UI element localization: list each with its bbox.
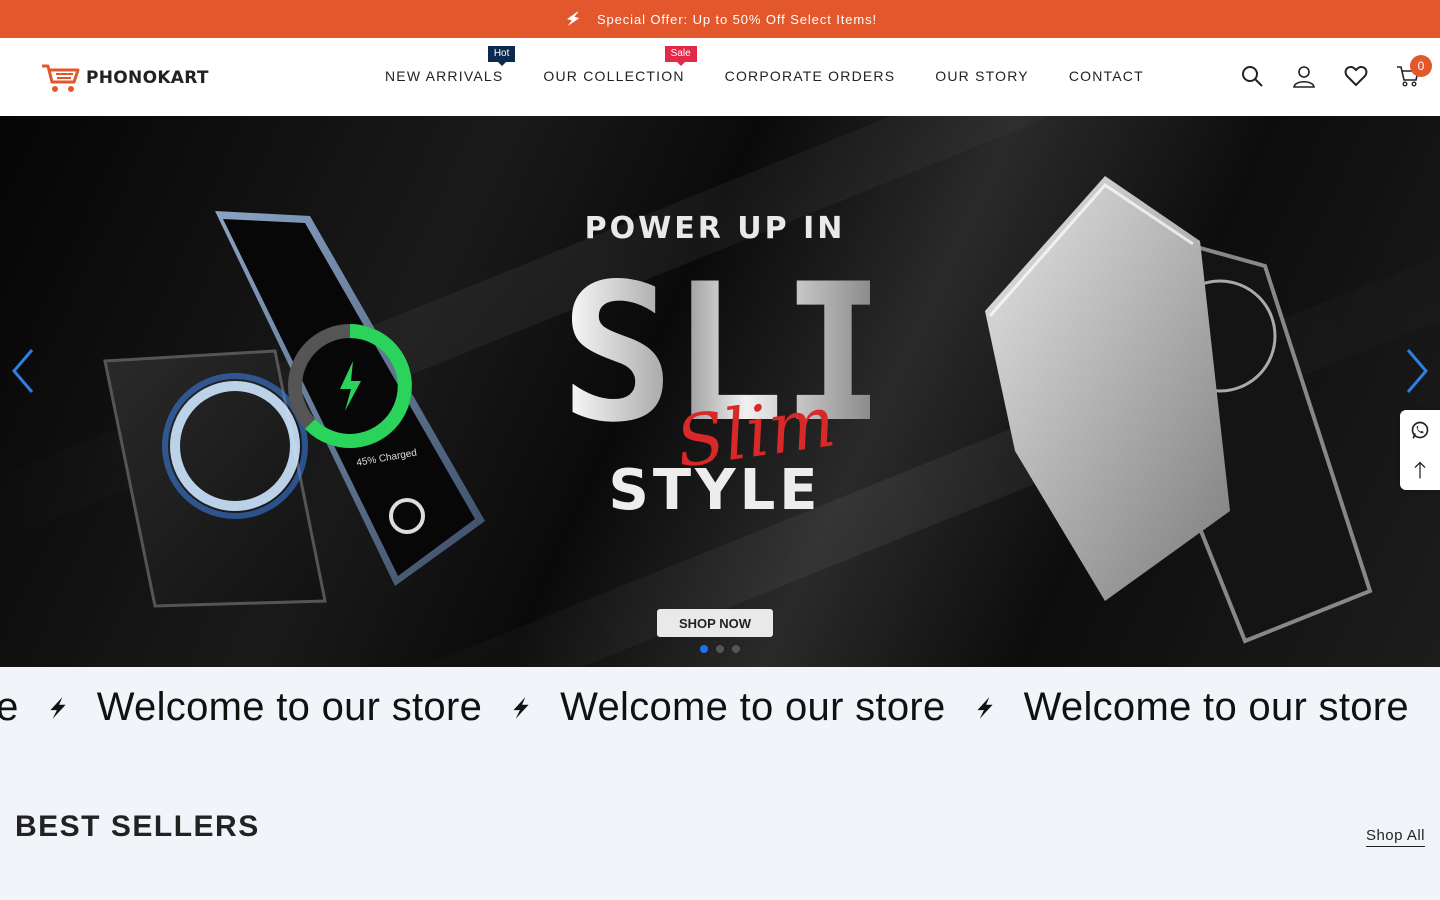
nav-our-story[interactable]: OUR STORY xyxy=(935,68,1029,84)
powerbank-phone-image: 45% Charged xyxy=(103,211,485,608)
slider-dot[interactable] xyxy=(732,645,740,653)
slider-dot[interactable] xyxy=(700,645,708,653)
chevron-right-icon xyxy=(1406,349,1428,393)
search-icon xyxy=(1242,66,1263,87)
hot-badge: Hot xyxy=(487,46,516,66)
slider-next-button[interactable] xyxy=(1402,346,1432,396)
marquee-track: ore Welcome to our store Welcome to our … xyxy=(0,685,1440,730)
announcement-text: Special Offer: Up to 50% Off Select Item… xyxy=(596,11,878,27)
slider-prev-button[interactable] xyxy=(8,346,38,396)
slider-dot[interactable] xyxy=(716,645,724,653)
hero-line-1: POWER UP IN xyxy=(584,211,846,246)
cart-button[interactable]: 0 xyxy=(1396,55,1432,90)
lightning-icon xyxy=(50,696,66,719)
lightning-icon xyxy=(1435,695,1440,721)
nav-contact[interactable]: CONTACT xyxy=(1069,68,1144,84)
nav-label: NEW ARRIVALS xyxy=(385,68,504,84)
marquee-text: Welcome to our store xyxy=(1023,685,1409,729)
sale-badge: Sale xyxy=(664,46,697,66)
powerbank-silver-image xyxy=(985,176,1373,644)
nav-new-arrivals[interactable]: NEW ARRIVALS Hot xyxy=(385,46,516,84)
brand-logo[interactable]: PHONOKART xyxy=(40,62,209,94)
nav-label: OUR COLLECTION xyxy=(543,68,685,84)
nav-label: OUR STORY xyxy=(935,68,1029,84)
hero-headline: POWER UP IN SLIM Slim STYLE xyxy=(560,211,1006,523)
lightning-icon xyxy=(513,696,529,719)
slider-dots xyxy=(700,645,740,653)
shop-now-button[interactable]: SHOP NOW xyxy=(657,609,773,637)
cart-count-badge: 0 xyxy=(1410,55,1432,77)
site-header: PHONOKART NEW ARRIVALS Hot OUR COLLECTIO… xyxy=(0,38,1440,116)
header-actions: 0 xyxy=(1240,55,1432,90)
best-sellers-title: BEST SELLERS xyxy=(15,810,260,843)
search-button[interactable] xyxy=(1240,62,1264,90)
floating-side-widget xyxy=(1400,410,1440,490)
nav-corporate-orders[interactable]: CORPORATE ORDERS xyxy=(725,68,896,84)
marquee-text: Welcome to our store xyxy=(96,685,483,729)
hero-slider: 45% Charged POWER UP IN SLIM Slim STYLE … xyxy=(0,116,1440,667)
announcement-bar: Special Offer: Up to 50% Off Select Item… xyxy=(0,0,1440,38)
nav-label: CORPORATE ORDERS xyxy=(724,68,896,84)
brand-name: PHONOKART xyxy=(86,68,209,88)
back-to-top-icon[interactable] xyxy=(1410,460,1430,480)
account-button[interactable] xyxy=(1292,62,1316,90)
marquee-text: Welcome to our store xyxy=(560,685,946,729)
cart-logo-icon xyxy=(42,64,80,92)
whatsapp-icon[interactable] xyxy=(1410,420,1430,440)
welcome-marquee: ore Welcome to our store Welcome to our … xyxy=(0,667,1440,749)
nav-our-collection[interactable]: OUR COLLECTION Sale xyxy=(543,46,697,84)
wishlist-button[interactable] xyxy=(1344,62,1368,90)
nav-label: CONTACT xyxy=(1068,68,1144,84)
user-icon xyxy=(1293,66,1315,88)
heart-icon xyxy=(1344,65,1368,87)
main-nav: NEW ARRIVALS Hot OUR COLLECTION Sale COR… xyxy=(385,46,1144,84)
shop-all-link[interactable]: Shop All xyxy=(1365,827,1425,847)
lightning-icon xyxy=(976,696,993,719)
chevron-left-icon xyxy=(12,349,34,393)
marquee-fragment: ore xyxy=(0,685,19,729)
lightning-icon xyxy=(566,11,580,27)
